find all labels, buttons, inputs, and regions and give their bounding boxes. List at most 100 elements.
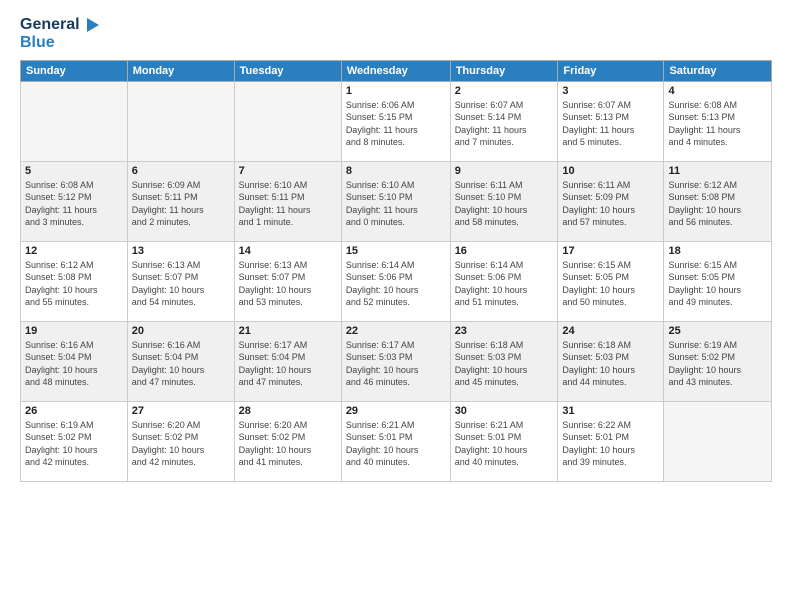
day-info: Sunrise: 6:17 AM Sunset: 5:04 PM Dayligh… [239,339,337,389]
header-row: SundayMondayTuesdayWednesdayThursdayFrid… [21,60,772,81]
day-info: Sunrise: 6:18 AM Sunset: 5:03 PM Dayligh… [455,339,554,389]
day-number: 4 [668,85,767,97]
calendar-cell: 19 Sunrise: 6:16 AM Sunset: 5:04 PM Dayli… [21,321,128,401]
day-number: 25 [668,325,767,337]
day-info: Sunrise: 6:16 AM Sunset: 5:04 PM Dayligh… [132,339,230,389]
day-info: Sunrise: 6:12 AM Sunset: 5:08 PM Dayligh… [25,259,123,309]
day-info: Sunrise: 6:09 AM Sunset: 5:11 PM Dayligh… [132,179,230,229]
day-info: Sunrise: 6:21 AM Sunset: 5:01 PM Dayligh… [346,419,446,469]
day-info: Sunrise: 6:18 AM Sunset: 5:03 PM Dayligh… [562,339,659,389]
calendar-cell: 29 Sunrise: 6:21 AM Sunset: 5:01 PM Dayli… [341,401,450,481]
calendar-cell: 23 Sunrise: 6:18 AM Sunset: 5:03 PM Dayli… [450,321,558,401]
weekday-header: Tuesday [234,60,341,81]
calendar-cell: 18 Sunrise: 6:15 AM Sunset: 5:05 PM Dayli… [664,241,772,321]
day-info: Sunrise: 6:16 AM Sunset: 5:04 PM Dayligh… [25,339,123,389]
day-number: 14 [239,245,337,257]
weekday-header: Saturday [664,60,772,81]
day-info: Sunrise: 6:21 AM Sunset: 5:01 PM Dayligh… [455,419,554,469]
day-number: 19 [25,325,123,337]
day-number: 11 [668,165,767,177]
day-number: 16 [455,245,554,257]
calendar-cell: 28 Sunrise: 6:20 AM Sunset: 5:02 PM Dayli… [234,401,341,481]
weekday-header: Wednesday [341,60,450,81]
day-number: 28 [239,405,337,417]
day-info: Sunrise: 6:08 AM Sunset: 5:12 PM Dayligh… [25,179,123,229]
calendar-cell: 14 Sunrise: 6:13 AM Sunset: 5:07 PM Dayli… [234,241,341,321]
day-number: 31 [562,405,659,417]
calendar-cell: 7 Sunrise: 6:10 AM Sunset: 5:11 PM Daylig… [234,161,341,241]
day-number: 23 [455,325,554,337]
calendar-week-row: 19 Sunrise: 6:16 AM Sunset: 5:04 PM Dayli… [21,321,772,401]
day-info: Sunrise: 6:06 AM Sunset: 5:15 PM Dayligh… [346,99,446,149]
logo-general: General [20,16,80,34]
day-info: Sunrise: 6:19 AM Sunset: 5:02 PM Dayligh… [668,339,767,389]
calendar-cell [21,81,128,161]
day-number: 30 [455,405,554,417]
day-number: 24 [562,325,659,337]
calendar-cell: 8 Sunrise: 6:10 AM Sunset: 5:10 PM Daylig… [341,161,450,241]
day-info: Sunrise: 6:20 AM Sunset: 5:02 PM Dayligh… [239,419,337,469]
calendar-week-row: 5 Sunrise: 6:08 AM Sunset: 5:12 PM Daylig… [21,161,772,241]
calendar-cell: 26 Sunrise: 6:19 AM Sunset: 5:02 PM Dayli… [21,401,128,481]
calendar-cell: 11Sunrise: 6:12 AM Sunset: 5:08 PM Dayli… [664,161,772,241]
day-number: 27 [132,405,230,417]
day-info: Sunrise: 6:20 AM Sunset: 5:02 PM Dayligh… [132,419,230,469]
day-info: Sunrise: 6:13 AM Sunset: 5:07 PM Dayligh… [239,259,337,309]
day-info: Sunrise: 6:22 AM Sunset: 5:01 PM Dayligh… [562,419,659,469]
calendar-week-row: 1 Sunrise: 6:06 AM Sunset: 5:15 PM Daylig… [21,81,772,161]
day-number: 26 [25,405,123,417]
day-number: 10 [562,165,659,177]
calendar-cell: 1 Sunrise: 6:06 AM Sunset: 5:15 PM Daylig… [341,81,450,161]
day-info: Sunrise: 6:10 AM Sunset: 5:11 PM Dayligh… [239,179,337,229]
day-number: 22 [346,325,446,337]
day-info: Sunrise: 6:19 AM Sunset: 5:02 PM Dayligh… [25,419,123,469]
calendar-cell: 20 Sunrise: 6:16 AM Sunset: 5:04 PM Dayli… [127,321,234,401]
day-info: Sunrise: 6:07 AM Sunset: 5:14 PM Dayligh… [455,99,554,149]
calendar-cell: 16Sunrise: 6:14 AM Sunset: 5:06 PM Dayli… [450,241,558,321]
weekday-header: Friday [558,60,664,81]
day-info: Sunrise: 6:07 AM Sunset: 5:13 PM Dayligh… [562,99,659,149]
calendar-cell [664,401,772,481]
day-number: 18 [668,245,767,257]
day-number: 29 [346,405,446,417]
day-info: Sunrise: 6:15 AM Sunset: 5:05 PM Dayligh… [562,259,659,309]
logo-arrow-icon [83,16,101,34]
calendar-cell: 10 Sunrise: 6:11 AM Sunset: 5:09 PM Dayli… [558,161,664,241]
day-info: Sunrise: 6:14 AM Sunset: 5:06 PM Dayligh… [346,259,446,309]
logo: General Blue [20,16,101,52]
header: General Blue [20,16,772,52]
day-info: Sunrise: 6:10 AM Sunset: 5:10 PM Dayligh… [346,179,446,229]
calendar-cell: 13 Sunrise: 6:13 AM Sunset: 5:07 PM Dayli… [127,241,234,321]
day-info: Sunrise: 6:11 AM Sunset: 5:09 PM Dayligh… [562,179,659,229]
calendar-cell: 30 Sunrise: 6:21 AM Sunset: 5:01 PM Dayli… [450,401,558,481]
calendar-week-row: 12Sunrise: 6:12 AM Sunset: 5:08 PM Dayli… [21,241,772,321]
calendar-week-row: 26 Sunrise: 6:19 AM Sunset: 5:02 PM Dayli… [21,401,772,481]
day-number: 6 [132,165,230,177]
day-number: 2 [455,85,554,97]
day-number: 15 [346,245,446,257]
day-number: 7 [239,165,337,177]
day-number: 8 [346,165,446,177]
calendar-cell: 21Sunrise: 6:17 AM Sunset: 5:04 PM Dayli… [234,321,341,401]
calendar-table: SundayMondayTuesdayWednesdayThursdayFrid… [20,60,772,482]
day-info: Sunrise: 6:17 AM Sunset: 5:03 PM Dayligh… [346,339,446,389]
calendar-cell: 22 Sunrise: 6:17 AM Sunset: 5:03 PM Dayli… [341,321,450,401]
calendar-cell: 2 Sunrise: 6:07 AM Sunset: 5:14 PM Daylig… [450,81,558,161]
calendar-cell: 12Sunrise: 6:12 AM Sunset: 5:08 PM Dayli… [21,241,128,321]
day-info: Sunrise: 6:13 AM Sunset: 5:07 PM Dayligh… [132,259,230,309]
calendar-cell: 3Sunrise: 6:07 AM Sunset: 5:13 PM Daylig… [558,81,664,161]
calendar-cell: 5 Sunrise: 6:08 AM Sunset: 5:12 PM Daylig… [21,161,128,241]
calendar-cell: 31 Sunrise: 6:22 AM Sunset: 5:01 PM Dayli… [558,401,664,481]
day-number: 9 [455,165,554,177]
day-number: 20 [132,325,230,337]
day-info: Sunrise: 6:15 AM Sunset: 5:05 PM Dayligh… [668,259,767,309]
day-number: 5 [25,165,123,177]
calendar-cell: 27 Sunrise: 6:20 AM Sunset: 5:02 PM Dayli… [127,401,234,481]
logo-text: General Blue [20,16,101,52]
day-info: Sunrise: 6:11 AM Sunset: 5:10 PM Dayligh… [455,179,554,229]
day-number: 1 [346,85,446,97]
calendar-cell: 4Sunrise: 6:08 AM Sunset: 5:13 PM Daylig… [664,81,772,161]
calendar-cell: 17Sunrise: 6:15 AM Sunset: 5:05 PM Dayli… [558,241,664,321]
day-number: 13 [132,245,230,257]
calendar-cell: 6 Sunrise: 6:09 AM Sunset: 5:11 PM Daylig… [127,161,234,241]
